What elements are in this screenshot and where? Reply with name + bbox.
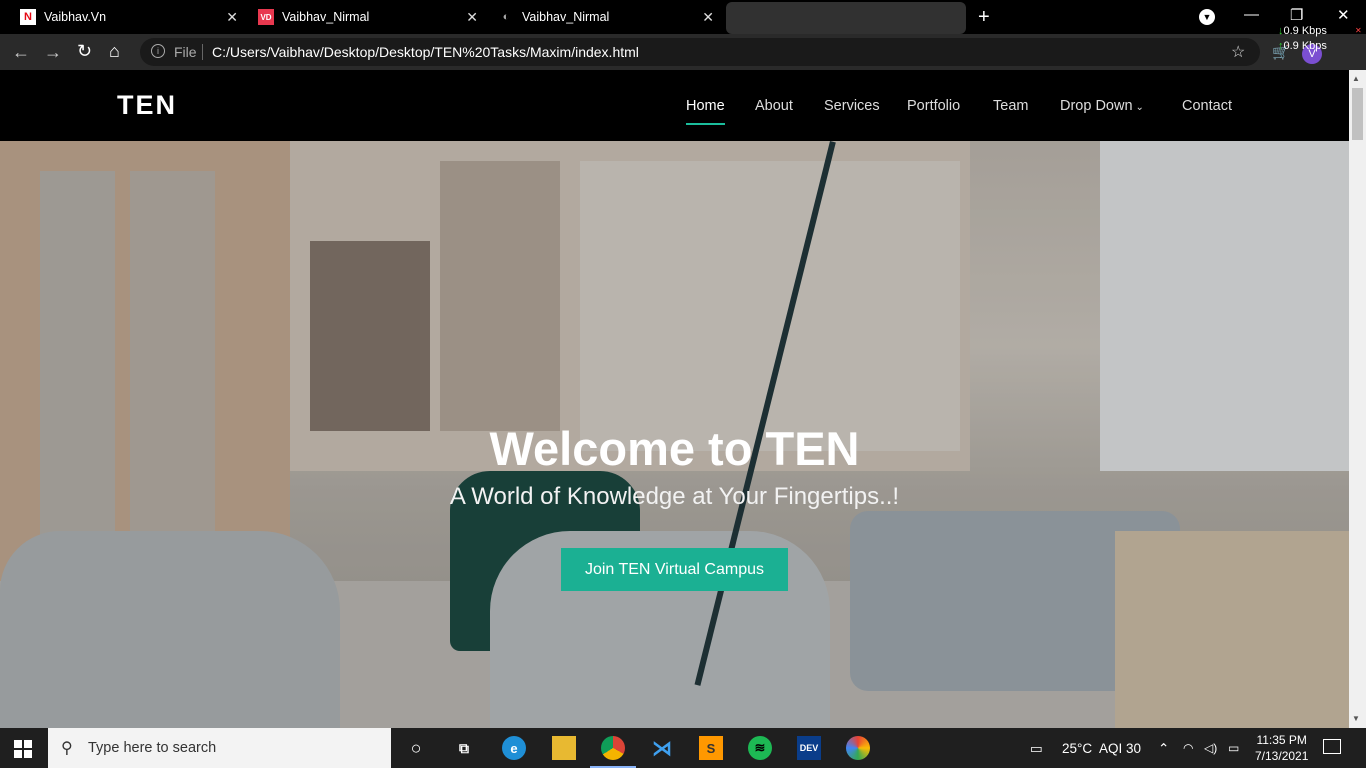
- minimize-icon[interactable]: —: [1244, 6, 1259, 23]
- tab-4-blurred[interactable]: [726, 2, 966, 34]
- notification-icon[interactable]: [1323, 739, 1341, 754]
- scroll-down-icon[interactable]: ▼: [1352, 714, 1360, 723]
- vd-favicon-icon: VD: [258, 9, 274, 25]
- reload-icon[interactable]: ↻: [77, 41, 92, 62]
- cortana-icon[interactable]: ○: [404, 736, 428, 760]
- chromium-icon[interactable]: [846, 736, 870, 760]
- chevron-up-icon[interactable]: ⌃: [1158, 741, 1169, 757]
- nav-services[interactable]: Services: [824, 98, 880, 114]
- net-speed-down: 0.9 Kbps: [1283, 25, 1327, 37]
- file-explorer-icon[interactable]: [552, 736, 576, 760]
- volume-icon[interactable]: ◁): [1204, 741, 1217, 755]
- scheme-label: File: [174, 44, 197, 60]
- hero-title: Welcome to TEN: [489, 422, 860, 475]
- close-icon[interactable]: ✕: [466, 9, 478, 26]
- tab-1-title: Vaibhav.Vn: [44, 10, 107, 24]
- plus-icon[interactable]: +: [978, 6, 990, 29]
- windows-start-icon[interactable]: [14, 740, 32, 758]
- close-icon[interactable]: ✕: [702, 9, 714, 26]
- back-icon[interactable]: ←: [12, 42, 30, 63]
- spotify-icon[interactable]: ≋: [748, 736, 772, 760]
- close-icon[interactable]: ✕: [1355, 26, 1362, 35]
- nav-dropdown[interactable]: Drop Down ⌄: [1060, 98, 1144, 114]
- chevron-down-icon: ⌄: [1135, 102, 1144, 113]
- nav-about[interactable]: About: [755, 98, 793, 114]
- close-window-icon[interactable]: ✕: [1337, 6, 1350, 24]
- site-logo[interactable]: TEN: [117, 90, 177, 121]
- scroll-thumb[interactable]: [1352, 88, 1363, 140]
- chrome-icon[interactable]: [601, 736, 625, 760]
- nav-contact[interactable]: Contact: [1182, 98, 1232, 114]
- task-view-icon[interactable]: ⧉: [452, 736, 476, 760]
- page-viewport: TEN Home About Services Portfolio Team D…: [0, 70, 1349, 728]
- join-campus-button[interactable]: Join TEN Virtual Campus: [561, 548, 788, 591]
- nav-portfolio[interactable]: Portfolio: [907, 98, 960, 114]
- active-underline: [686, 123, 725, 125]
- netflix-favicon-icon: N: [20, 9, 36, 25]
- nav-team[interactable]: Team: [993, 98, 1028, 114]
- nav-dropdown-label: Drop Down: [1060, 98, 1133, 114]
- tab-strip: N Vaibhav.Vn ✕ VD Vaibhav_Nirmal ✕ ◐ Vai…: [0, 0, 1366, 34]
- tab-3-title: Vaibhav_Nirmal: [522, 10, 610, 24]
- star-icon[interactable]: ☆: [1231, 42, 1245, 62]
- sublime-icon[interactable]: S: [699, 736, 723, 760]
- weather-icon[interactable]: ▭: [1030, 741, 1043, 757]
- wifi-icon[interactable]: ◠: [1183, 741, 1193, 755]
- tab-3[interactable]: ◐ Vaibhav_Nirmal ✕: [488, 0, 724, 34]
- vscode-icon[interactable]: ⋊: [650, 736, 674, 760]
- dev-icon[interactable]: DEV: [797, 736, 821, 760]
- tab-1[interactable]: N Vaibhav.Vn ✕: [8, 0, 248, 34]
- weather-temp[interactable]: 25°C: [1062, 741, 1092, 756]
- net-speed-widget: ↓0.9 Kbps ↑0.9 Kbps: [1278, 24, 1327, 54]
- home-icon[interactable]: ⌂: [109, 41, 120, 62]
- edge-icon[interactable]: e: [502, 736, 526, 760]
- tab-2-title: Vaibhav_Nirmal: [282, 10, 370, 24]
- net-speed-up: 0.9 Kbps: [1283, 40, 1327, 52]
- hero-section: Welcome to TEN A World of Knowledge at Y…: [0, 141, 1349, 728]
- search-icon: ⚲: [61, 740, 73, 757]
- battery-icon[interactable]: ▭: [1228, 741, 1239, 755]
- search-placeholder: Type here to search: [88, 740, 217, 756]
- aqi-label[interactable]: AQI 30: [1099, 741, 1141, 756]
- close-icon[interactable]: ✕: [226, 9, 238, 26]
- page-scrollbar[interactable]: [1349, 70, 1366, 728]
- url-text[interactable]: C:/Users/Vaibhav/Desktop/Desktop/TEN%20T…: [212, 44, 639, 60]
- hero-subtitle: A World of Knowledge at Your Fingertips.…: [449, 483, 900, 510]
- clock-date: 7/13/2021: [1255, 749, 1309, 763]
- globe-favicon-icon: ◐: [502, 11, 510, 23]
- system-clock[interactable]: 11:35 PM 7/13/2021: [1255, 732, 1308, 764]
- chevron-down-icon[interactable]: ▼: [1199, 9, 1215, 25]
- divider: [202, 44, 203, 60]
- maximize-icon[interactable]: ❐: [1290, 6, 1303, 24]
- forward-icon[interactable]: →: [44, 42, 62, 63]
- nav-home[interactable]: Home: [686, 98, 725, 114]
- clock-time: 11:35 PM: [1256, 733, 1307, 747]
- site-header: TEN Home About Services Portfolio Team D…: [0, 70, 1349, 141]
- tab-2[interactable]: VD Vaibhav_Nirmal ✕: [248, 0, 488, 34]
- info-icon[interactable]: i: [151, 44, 165, 58]
- scroll-up-icon[interactable]: ▲: [1352, 74, 1360, 83]
